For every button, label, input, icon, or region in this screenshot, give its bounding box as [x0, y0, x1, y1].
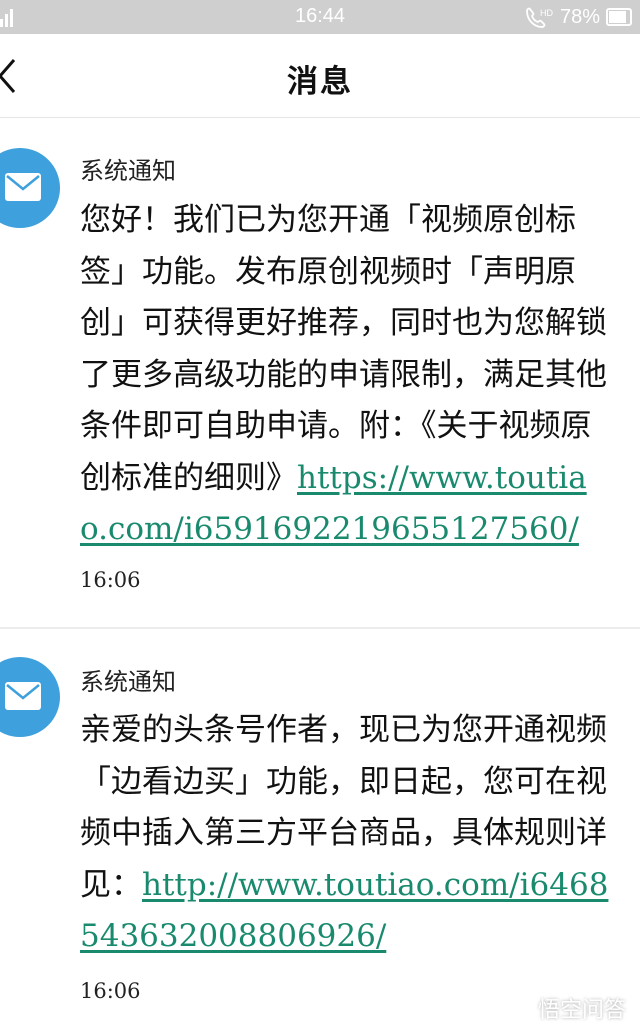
hd-label: HD	[540, 8, 553, 18]
message-time: 16:06	[80, 979, 141, 1003]
status-bar: 16:44 HD 78%	[0, 0, 640, 34]
status-indicators: HD 78%	[524, 5, 632, 29]
divider	[0, 627, 640, 629]
hd-call-icon: HD	[526, 7, 553, 28]
nav-bar: 消息	[0, 34, 640, 118]
battery-fill	[609, 11, 627, 23]
message-content: 您好！我们已为您开通「视频原创标签」功能。发布原创视频时「声明原创」可获得更好推…	[80, 195, 610, 556]
page-title: 消息	[287, 64, 353, 100]
wukong-logo-icon	[507, 995, 534, 1021]
battery-percent: 78%	[559, 5, 600, 28]
watermark-text: 悟空问答	[537, 997, 626, 1022]
message-sender: 系统通知	[80, 668, 176, 696]
mail-icon	[5, 173, 41, 201]
watermark: 悟空问答	[507, 992, 626, 1024]
message-sender: 系统通知	[80, 157, 176, 185]
message-link[interactable]: http://www.toutiao.com/i6468543632008806…	[80, 867, 608, 955]
mail-icon	[5, 682, 41, 710]
avatar	[0, 657, 60, 737]
avatar	[0, 148, 60, 228]
battery-icon	[606, 8, 632, 26]
message-time: 16:06	[80, 568, 141, 592]
message-content: 亲爱的头条号作者，现已为您开通视频「边看边买」功能，即日起，您可在视频中插入第三…	[80, 705, 610, 963]
message-text: 您好！我们已为您开通「视频原创标签」功能。发布原创视频时「声明原创」可获得更好推…	[80, 202, 607, 496]
